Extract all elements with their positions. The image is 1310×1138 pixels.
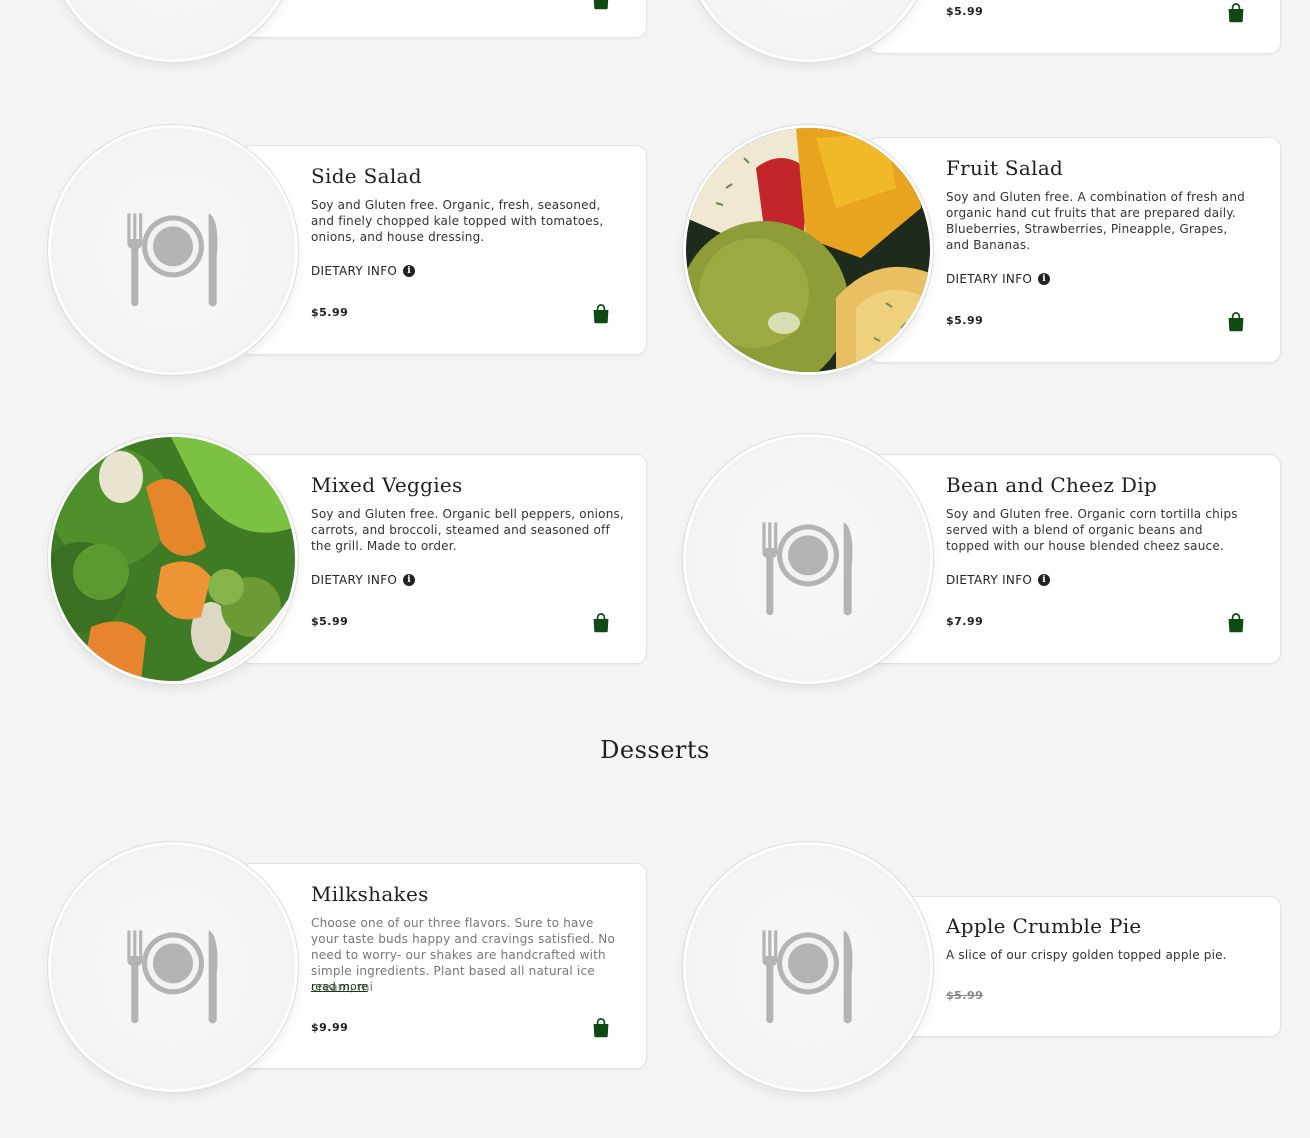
dietary-info-button[interactable]: DIETARY INFO i [946, 272, 1051, 286]
item-image-placeholder [686, 845, 930, 1089]
item-title: Fruit Salad [946, 156, 1064, 180]
item-price: $9.99 [311, 1021, 349, 1034]
item-description: Soy and Gluten free. Organic bell pepper… [311, 507, 624, 553]
item-title: Apple Crumble Pie [946, 914, 1142, 938]
item-image-placeholder [686, 437, 930, 681]
add-to-cart-button[interactable] [589, 1016, 613, 1040]
shopping-bag-icon [589, 302, 613, 326]
shopping-bag-icon [1224, 611, 1248, 635]
add-to-cart-button[interactable] [1224, 310, 1248, 334]
add-to-cart-button[interactable] [589, 302, 613, 326]
info-icon: i [403, 265, 416, 277]
read-more-link[interactable]: read more [311, 980, 368, 993]
menu-card-side-salad [240, 145, 647, 355]
item-title: Mixed Veggies [311, 473, 463, 497]
item-image-placeholder [686, 0, 930, 59]
item-description: A slice of our crispy golden topped appl… [946, 948, 1227, 962]
dietary-info-label: DIETARY INFO [311, 264, 398, 278]
shopping-bag-icon [1224, 310, 1248, 334]
item-image-placeholder [51, 0, 295, 59]
add-to-cart-button[interactable] [589, 0, 613, 12]
item-title: Bean and Cheez Dip [946, 473, 1158, 497]
add-to-cart-button[interactable] [589, 611, 613, 635]
section-heading-desserts: Desserts [600, 736, 710, 764]
info-icon: i [1038, 273, 1051, 285]
info-icon: i [1038, 574, 1051, 586]
item-price: $5.99 [311, 306, 349, 319]
add-to-cart-button[interactable] [1224, 611, 1248, 635]
item-image-fruit-salad [686, 128, 930, 372]
shopping-bag-icon [589, 611, 613, 635]
item-price: $5.99 [946, 314, 984, 327]
shopping-bag-icon [589, 0, 613, 12]
item-description: Soy and Gluten free. A combination of fr… [946, 190, 1245, 252]
item-description: Soy and Gluten free. Organic, fresh, sea… [311, 198, 604, 244]
menu-card-partial-left [240, 0, 647, 38]
shopping-bag-icon [1224, 1, 1248, 25]
dietary-info-button[interactable]: DIETARY INFO i [311, 573, 416, 587]
dietary-info-button[interactable]: DIETARY INFO i [946, 573, 1051, 587]
item-title: Milkshakes [311, 882, 429, 906]
shopping-bag-icon [589, 1016, 613, 1040]
dietary-info-label: DIETARY INFO [946, 573, 1033, 587]
item-image-placeholder [51, 128, 295, 372]
item-image-placeholder [51, 845, 295, 1089]
item-description: Soy and Gluten free. Organic corn tortil… [946, 507, 1238, 553]
item-price-unavailable: $5.99 [946, 989, 984, 1002]
dietary-info-label: DIETARY INFO [311, 573, 398, 587]
item-price: $5.99 [946, 5, 984, 18]
item-price: $5.99 [311, 615, 349, 628]
add-to-cart-button[interactable] [1224, 1, 1248, 25]
item-price: $7.99 [946, 615, 984, 628]
info-icon: i [403, 574, 416, 586]
dietary-info-label: DIETARY INFO [946, 272, 1033, 286]
item-image-mixed-veggies [51, 437, 295, 681]
dietary-info-button[interactable]: DIETARY INFO i [311, 264, 416, 278]
item-title: Side Salad [311, 164, 422, 188]
